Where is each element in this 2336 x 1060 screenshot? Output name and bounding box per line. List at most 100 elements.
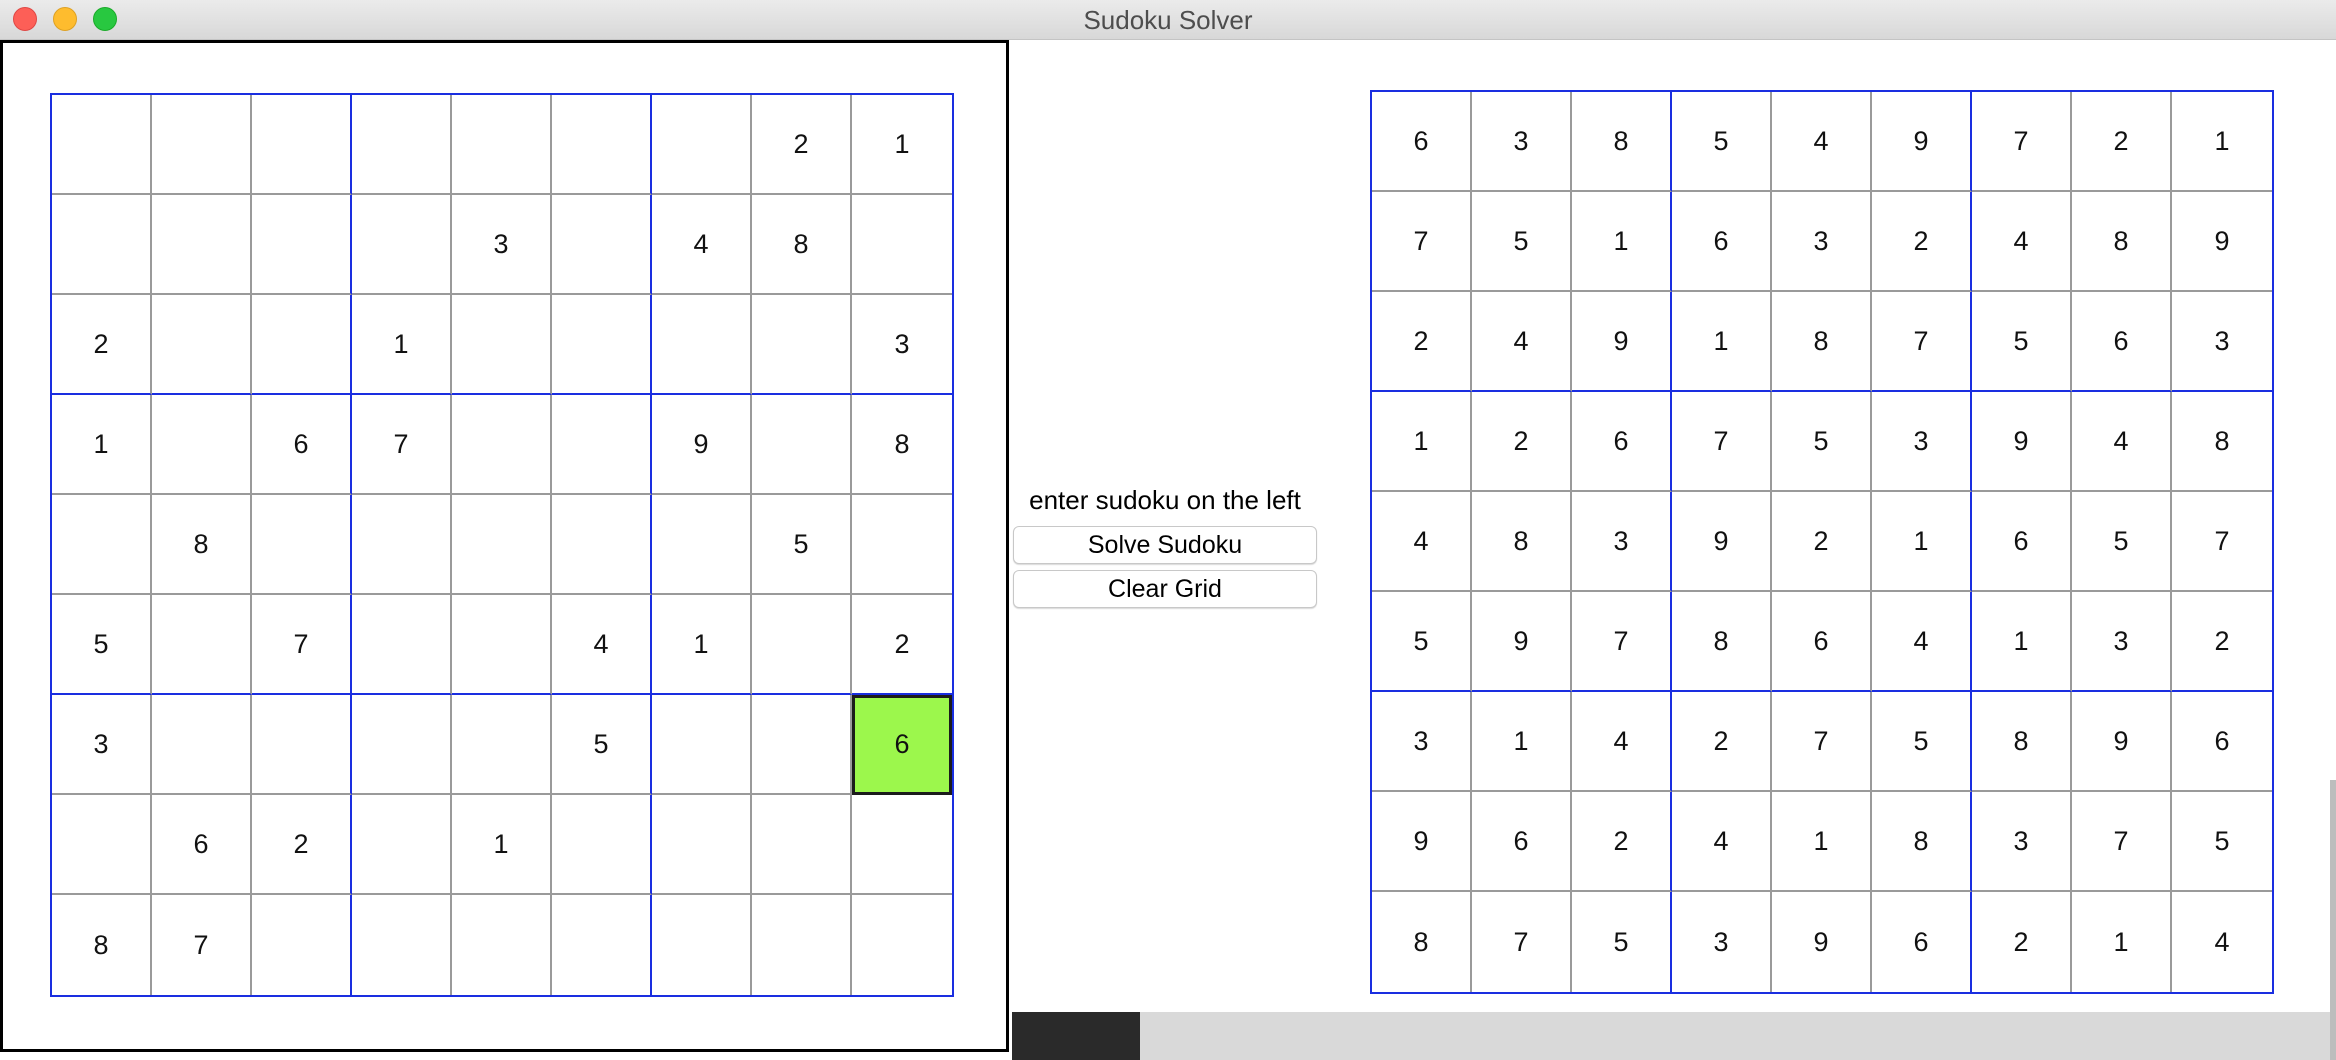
background-window-strip (1140, 1012, 2336, 1060)
input-cell-r5-c2[interactable]: 8 (152, 495, 252, 595)
input-cell-r2-c8[interactable]: 8 (752, 195, 852, 295)
solution-cell-r6-c5: 6 (1772, 592, 1872, 692)
input-cell-r6-c6[interactable]: 4 (552, 595, 652, 695)
input-cell-r4-c7[interactable]: 9 (652, 395, 752, 495)
input-cell-r3-c3[interactable] (252, 295, 352, 395)
input-cell-r9-c4[interactable] (352, 895, 452, 995)
input-cell-r5-c8[interactable]: 5 (752, 495, 852, 595)
input-cell-r8-c2[interactable]: 6 (152, 795, 252, 895)
solution-cell-r3-c7: 5 (1972, 292, 2072, 392)
solution-cell-r5-c3: 3 (1572, 492, 1672, 592)
input-cell-r9-c8[interactable] (752, 895, 852, 995)
input-cell-r8-c7[interactable] (652, 795, 752, 895)
input-cell-r9-c6[interactable] (552, 895, 652, 995)
solution-cell-r3-c3: 9 (1572, 292, 1672, 392)
input-cell-r7-c8[interactable] (752, 695, 852, 795)
input-cell-r4-c5[interactable] (452, 395, 552, 495)
input-cell-r8-c5[interactable]: 1 (452, 795, 552, 895)
input-cell-r9-c2[interactable]: 7 (152, 895, 252, 995)
input-cell-r2-c3[interactable] (252, 195, 352, 295)
input-cell-r1-c1[interactable] (52, 95, 152, 195)
solution-cell-r7-c1: 3 (1372, 692, 1472, 792)
solution-cell-r7-c9: 6 (2172, 692, 2272, 792)
input-cell-r3-c6[interactable] (552, 295, 652, 395)
input-cell-r6-c2[interactable] (152, 595, 252, 695)
title-bar[interactable]: Sudoku Solver (0, 0, 2336, 40)
input-cell-r1-c2[interactable] (152, 95, 252, 195)
input-cell-r8-c4[interactable] (352, 795, 452, 895)
input-cell-r1-c5[interactable] (452, 95, 552, 195)
input-cell-r8-c6[interactable] (552, 795, 652, 895)
input-cell-r5-c6[interactable] (552, 495, 652, 595)
input-cell-r7-c4[interactable] (352, 695, 452, 795)
input-cell-r2-c1[interactable] (52, 195, 152, 295)
input-cell-r9-c7[interactable] (652, 895, 752, 995)
input-cell-r3-c8[interactable] (752, 295, 852, 395)
input-cell-r6-c4[interactable] (352, 595, 452, 695)
input-cell-r3-c7[interactable] (652, 295, 752, 395)
input-cell-r7-c7[interactable] (652, 695, 752, 795)
solution-cell-r9-c3: 5 (1572, 892, 1672, 992)
input-cell-r2-c4[interactable] (352, 195, 452, 295)
input-cell-r6-c1[interactable]: 5 (52, 595, 152, 695)
input-cell-r5-c1[interactable] (52, 495, 152, 595)
input-cell-r3-c9[interactable]: 3 (852, 295, 952, 395)
solution-cell-r9-c5: 9 (1772, 892, 1872, 992)
input-panel: 2134821316798855741235662187 (0, 40, 1009, 1052)
solution-cell-r4-c6: 3 (1872, 392, 1972, 492)
input-cell-r1-c8[interactable]: 2 (752, 95, 852, 195)
input-cell-r9-c9[interactable] (852, 895, 952, 995)
input-cell-r5-c3[interactable] (252, 495, 352, 595)
input-cell-r8-c1[interactable] (52, 795, 152, 895)
input-cell-r4-c3[interactable]: 6 (252, 395, 352, 495)
input-cell-r7-c9[interactable]: 6 (852, 695, 952, 795)
input-cell-r2-c9[interactable] (852, 195, 952, 295)
input-cell-r6-c9[interactable]: 2 (852, 595, 952, 695)
solution-cell-r4-c5: 5 (1772, 392, 1872, 492)
input-cell-r1-c3[interactable] (252, 95, 352, 195)
solve-sudoku-button[interactable]: Solve Sudoku (1013, 526, 1317, 564)
input-cell-r6-c3[interactable]: 7 (252, 595, 352, 695)
solution-cell-r9-c8: 1 (2072, 892, 2172, 992)
input-cell-r7-c3[interactable] (252, 695, 352, 795)
input-cell-r3-c1[interactable]: 2 (52, 295, 152, 395)
input-cell-r4-c9[interactable]: 8 (852, 395, 952, 495)
input-cell-r8-c3[interactable]: 2 (252, 795, 352, 895)
input-cell-r4-c2[interactable] (152, 395, 252, 495)
input-cell-r6-c7[interactable]: 1 (652, 595, 752, 695)
input-cell-r4-c4[interactable]: 7 (352, 395, 452, 495)
input-cell-r7-c1[interactable]: 3 (52, 695, 152, 795)
input-cell-r4-c6[interactable] (552, 395, 652, 495)
input-cell-r7-c2[interactable] (152, 695, 252, 795)
input-cell-r4-c8[interactable] (752, 395, 852, 495)
input-cell-r2-c5[interactable]: 3 (452, 195, 552, 295)
input-cell-r1-c4[interactable] (352, 95, 452, 195)
input-cell-r3-c4[interactable]: 1 (352, 295, 452, 395)
input-cell-r5-c7[interactable] (652, 495, 752, 595)
input-cell-r7-c5[interactable] (452, 695, 552, 795)
input-cell-r8-c8[interactable] (752, 795, 852, 895)
input-cell-r9-c5[interactable] (452, 895, 552, 995)
input-cell-r1-c6[interactable] (552, 95, 652, 195)
input-cell-r3-c5[interactable] (452, 295, 552, 395)
solution-cell-r3-c4: 1 (1672, 292, 1772, 392)
input-cell-r7-c6[interactable]: 5 (552, 695, 652, 795)
input-cell-r2-c2[interactable] (152, 195, 252, 295)
input-cell-r1-c9[interactable]: 1 (852, 95, 952, 195)
input-cell-r6-c8[interactable] (752, 595, 852, 695)
input-cell-r9-c3[interactable] (252, 895, 352, 995)
input-cell-r6-c5[interactable] (452, 595, 552, 695)
input-cell-r5-c9[interactable] (852, 495, 952, 595)
input-cell-r3-c2[interactable] (152, 295, 252, 395)
input-cell-r8-c9[interactable] (852, 795, 952, 895)
input-cell-r2-c7[interactable]: 4 (652, 195, 752, 295)
input-cell-r5-c5[interactable] (452, 495, 552, 595)
solution-cell-r7-c8: 9 (2072, 692, 2172, 792)
solution-cell-r5-c5: 2 (1772, 492, 1872, 592)
input-cell-r5-c4[interactable] (352, 495, 452, 595)
input-cell-r2-c6[interactable] (552, 195, 652, 295)
input-cell-r1-c7[interactable] (652, 95, 752, 195)
input-cell-r9-c1[interactable]: 8 (52, 895, 152, 995)
clear-grid-button[interactable]: Clear Grid (1013, 570, 1317, 608)
input-cell-r4-c1[interactable]: 1 (52, 395, 152, 495)
